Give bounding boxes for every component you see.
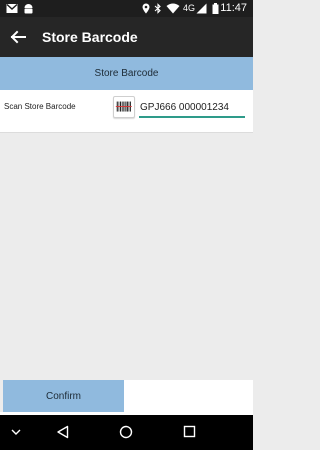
scan-barcode-button[interactable] [113,96,135,118]
arrow-back-icon[interactable] [7,26,29,48]
app-bar: Store Barcode [0,17,253,57]
gmail-icon [6,3,18,13]
system-nav-bar [0,415,253,450]
store-barcode-input[interactable] [139,98,245,118]
section-header-label: Store Barcode [94,68,159,79]
section-header: Store Barcode [0,57,253,90]
back-triangle-icon[interactable] [56,425,70,439]
battery-icon [212,3,219,14]
status-time: 11:47 [220,2,247,14]
wifi-icon [166,3,180,14]
bottom-panel [124,380,253,415]
network-type: 4G [183,3,196,13]
status-bar: 4G 11:47 [0,0,253,17]
location-icon [142,3,150,14]
recents-square-icon[interactable] [183,425,196,438]
bluetooth-icon [154,3,161,14]
scan-store-barcode-label: Scan Store Barcode [4,102,76,111]
confirm-button[interactable]: Confirm [3,380,124,412]
chevron-down-icon[interactable] [10,426,22,438]
barcode-icon [115,101,132,112]
android-icon [24,4,33,14]
signal-icon [196,3,207,14]
scan-row: Scan Store Barcode [0,90,253,133]
page-title: Store Barcode [42,29,138,45]
home-circle-icon[interactable] [119,425,133,439]
